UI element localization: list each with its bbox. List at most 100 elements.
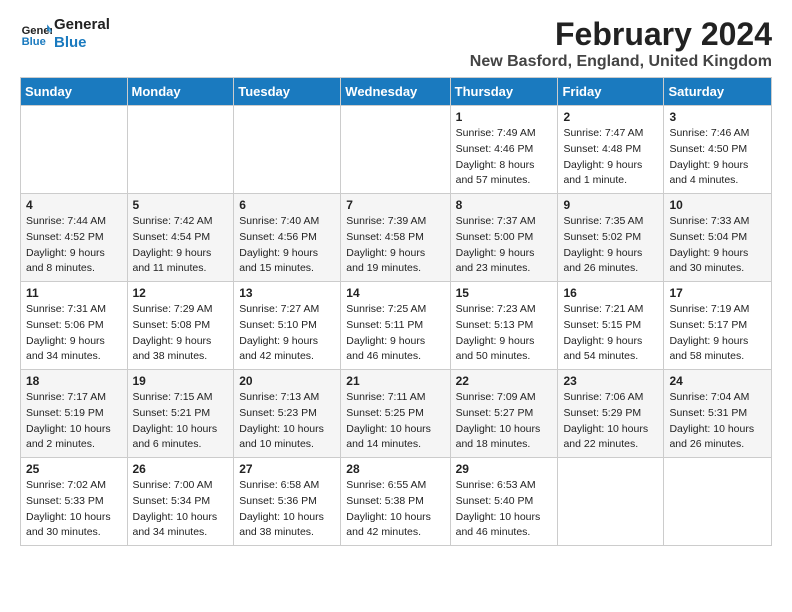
location-title: New Basford, England, United Kingdom [470, 53, 772, 71]
weekday-header: Saturday [664, 78, 772, 106]
daylight: Daylight: 10 hours and 10 minutes. [239, 423, 324, 451]
sunrise: Sunrise: 7:47 AM [563, 127, 643, 139]
calendar-cell: 5Sunrise: 7:42 AMSunset: 4:54 PMDaylight… [127, 194, 234, 282]
sunrise: Sunrise: 7:19 AM [669, 303, 749, 315]
calendar-cell: 20Sunrise: 7:13 AMSunset: 5:23 PMDayligh… [234, 370, 341, 458]
daylight: Daylight: 10 hours and 2 minutes. [26, 423, 111, 451]
day-info: Sunrise: 7:11 AMSunset: 5:25 PMDaylight:… [346, 390, 444, 453]
day-info: Sunrise: 7:21 AM Sunset: 5:15 PM Daylight:… [563, 302, 658, 365]
sunset: Sunset: 5:27 PM [456, 407, 534, 419]
calendar-cell: 29Sunrise: 6:53 AMSunset: 5:40 PMDayligh… [450, 458, 558, 546]
calendar-cell: 25Sunrise: 7:02 AMSunset: 5:33 PMDayligh… [21, 458, 128, 546]
sunrise: Sunrise: 7:21 AM [563, 303, 643, 315]
day-number: 11 [26, 286, 122, 300]
calendar-cell: 12Sunrise: 7:29 AMSunset: 5:08 PMDayligh… [127, 282, 234, 370]
sunrise: Sunrise: 6:58 AM [239, 479, 319, 491]
title-block: February 2024 New Basford, England, Unit… [470, 16, 772, 71]
day-number: 16 [563, 286, 658, 300]
daylight: Daylight: 10 hours and 6 minutes. [133, 423, 218, 451]
calendar-cell: 6Sunrise: 7:40 AMSunset: 4:56 PMDaylight… [234, 194, 341, 282]
calendar-cell [127, 106, 234, 194]
sunrise: Sunrise: 7:29 AM [133, 303, 213, 315]
weekday-header-row: SundayMondayTuesdayWednesdayThursdayFrid… [21, 78, 772, 106]
day-number: 22 [456, 374, 553, 388]
sunrise: Sunrise: 7:33 AM [669, 215, 749, 227]
day-number: 6 [239, 198, 335, 212]
sunrise: Sunrise: 7:25 AM [346, 303, 426, 315]
calendar-cell: 13 Sunrise: 7:27 AMSunset: 5:10 PMDayligh… [234, 282, 341, 370]
day-number: 4 [26, 198, 122, 212]
sunrise: Sunrise: 7:46 AM [669, 127, 749, 139]
day-number: 3 [669, 110, 766, 124]
day-number: 10 [669, 198, 766, 212]
calendar-cell: 14Sunrise: 7:25 AMSunset: 5:11 PMDayligh… [341, 282, 450, 370]
calendar-cell [341, 106, 450, 194]
day-number: 13 [239, 286, 335, 300]
logo-line2: Blue [54, 34, 110, 52]
day-info: Sunrise: 6:53 AMSunset: 5:40 PMDaylight:… [456, 478, 553, 541]
weekday-header: Friday [558, 78, 664, 106]
day-info: Sunrise: 7:06 AMSunset: 5:29 PMDaylight:… [563, 390, 658, 453]
calendar-cell: 26Sunrise: 7:00 AMSunset: 5:34 PMDayligh… [127, 458, 234, 546]
day-number: 27 [239, 462, 335, 476]
day-number: 15 [456, 286, 553, 300]
day-info: Sunrise: 7:42 AM Sunset: 4:54 PM Daylight:… [133, 214, 229, 277]
daylight: Daylight: 9 hours and 58 minutes. [669, 335, 748, 363]
logo-icon: General Blue [20, 18, 52, 50]
day-info: Sunrise: 7:47 AMSunset: 4:48 PMDaylight:… [563, 126, 658, 189]
sunrise: Sunrise: 7:02 AM [26, 479, 106, 491]
day-info: Sunrise: 7:15 AMSunset: 5:21 PMDaylight:… [133, 390, 229, 453]
day-info: Sunrise: 7:49 AMSunset: 4:46 PMDaylight:… [456, 126, 553, 189]
daylight: Daylight: 9 hours and 8 minutes. [26, 247, 105, 275]
calendar-cell: 16 Sunrise: 7:21 AM Sunset: 5:15 PM Dayligh… [558, 282, 664, 370]
daylight: Daylight: 9 hours and 4 minutes. [669, 159, 748, 187]
sunset: Sunset: 5:19 PM [26, 407, 104, 419]
sunrise: Sunrise: 7:04 AM [669, 391, 749, 403]
daylight: Daylight: 9 hours and 50 minutes. [456, 335, 535, 363]
daylight: Daylight: 10 hours and 22 minutes. [563, 423, 648, 451]
sunrise: Sunrise: 7:42 AM [133, 215, 213, 227]
calendar-week-row: 18 Sunrise: 7:17 AMSunset: 5:19 PMDayligh… [21, 370, 772, 458]
sunset: Sunset: 4:46 PM [456, 143, 534, 155]
sunrise: Sunrise: 7:11 AM [346, 391, 425, 403]
daylight: Daylight: 9 hours and 38 minutes. [133, 335, 212, 363]
daylight: Daylight: 9 hours and 11 minutes. [133, 247, 212, 275]
sunset: Sunset: 4:56 PM [239, 231, 317, 243]
sunset: Sunset: 5:31 PM [669, 407, 747, 419]
sunset: Sunset: 5:08 PM [133, 319, 211, 331]
calendar-cell: 8Sunrise: 7:37 AMSunset: 5:00 PMDaylight… [450, 194, 558, 282]
logo: General Blue General Blue [20, 16, 110, 52]
weekday-header: Sunday [21, 78, 128, 106]
calendar-cell: 22Sunrise: 7:09 AMSunset: 5:27 PMDayligh… [450, 370, 558, 458]
day-info: Sunrise: 7:46 AMSunset: 4:50 PMDaylight:… [669, 126, 766, 189]
day-info: Sunrise: 7:44 AMSunset: 4:52 PMDaylight:… [26, 214, 122, 277]
daylight: Daylight: 9 hours and 54 minutes. [563, 335, 642, 363]
sunset: Sunset: 5:38 PM [346, 495, 424, 507]
calendar-cell: 3 Sunrise: 7:46 AMSunset: 4:50 PMDaylight… [664, 106, 772, 194]
daylight: Daylight: 9 hours and 26 minutes. [563, 247, 642, 275]
calendar-cell: 21Sunrise: 7:11 AMSunset: 5:25 PMDayligh… [341, 370, 450, 458]
daylight: Daylight: 10 hours and 26 minutes. [669, 423, 754, 451]
svg-text:Blue: Blue [22, 36, 46, 48]
sunrise: Sunrise: 6:53 AM [456, 479, 536, 491]
weekday-header: Wednesday [341, 78, 450, 106]
day-info: Sunrise: 7:00 AMSunset: 5:34 PMDaylight:… [133, 478, 229, 541]
sunset: Sunset: 5:15 PM [563, 319, 641, 331]
day-info: Sunrise: 7:17 AMSunset: 5:19 PMDaylight:… [26, 390, 122, 453]
day-info: Sunrise: 7:27 AMSunset: 5:10 PMDaylight:… [239, 302, 335, 365]
daylight: Daylight: 10 hours and 46 minutes. [456, 511, 541, 539]
daylight: Daylight: 9 hours and 23 minutes. [456, 247, 535, 275]
day-number: 18 [26, 374, 122, 388]
sunset: Sunset: 5:25 PM [346, 407, 424, 419]
day-info: Sunrise: 7:02 AMSunset: 5:33 PMDaylight:… [26, 478, 122, 541]
daylight: Daylight: 10 hours and 34 minutes. [133, 511, 218, 539]
sunset: Sunset: 5:06 PM [26, 319, 104, 331]
sunset: Sunset: 5:00 PM [456, 231, 534, 243]
calendar-cell: 28Sunrise: 6:55 AMSunset: 5:38 PMDayligh… [341, 458, 450, 546]
weekday-header: Thursday [450, 78, 558, 106]
day-number: 9 [563, 198, 658, 212]
daylight: Daylight: 9 hours and 34 minutes. [26, 335, 105, 363]
calendar-cell [234, 106, 341, 194]
sunset: Sunset: 5:29 PM [563, 407, 641, 419]
sunset: Sunset: 4:54 PM [133, 231, 211, 243]
